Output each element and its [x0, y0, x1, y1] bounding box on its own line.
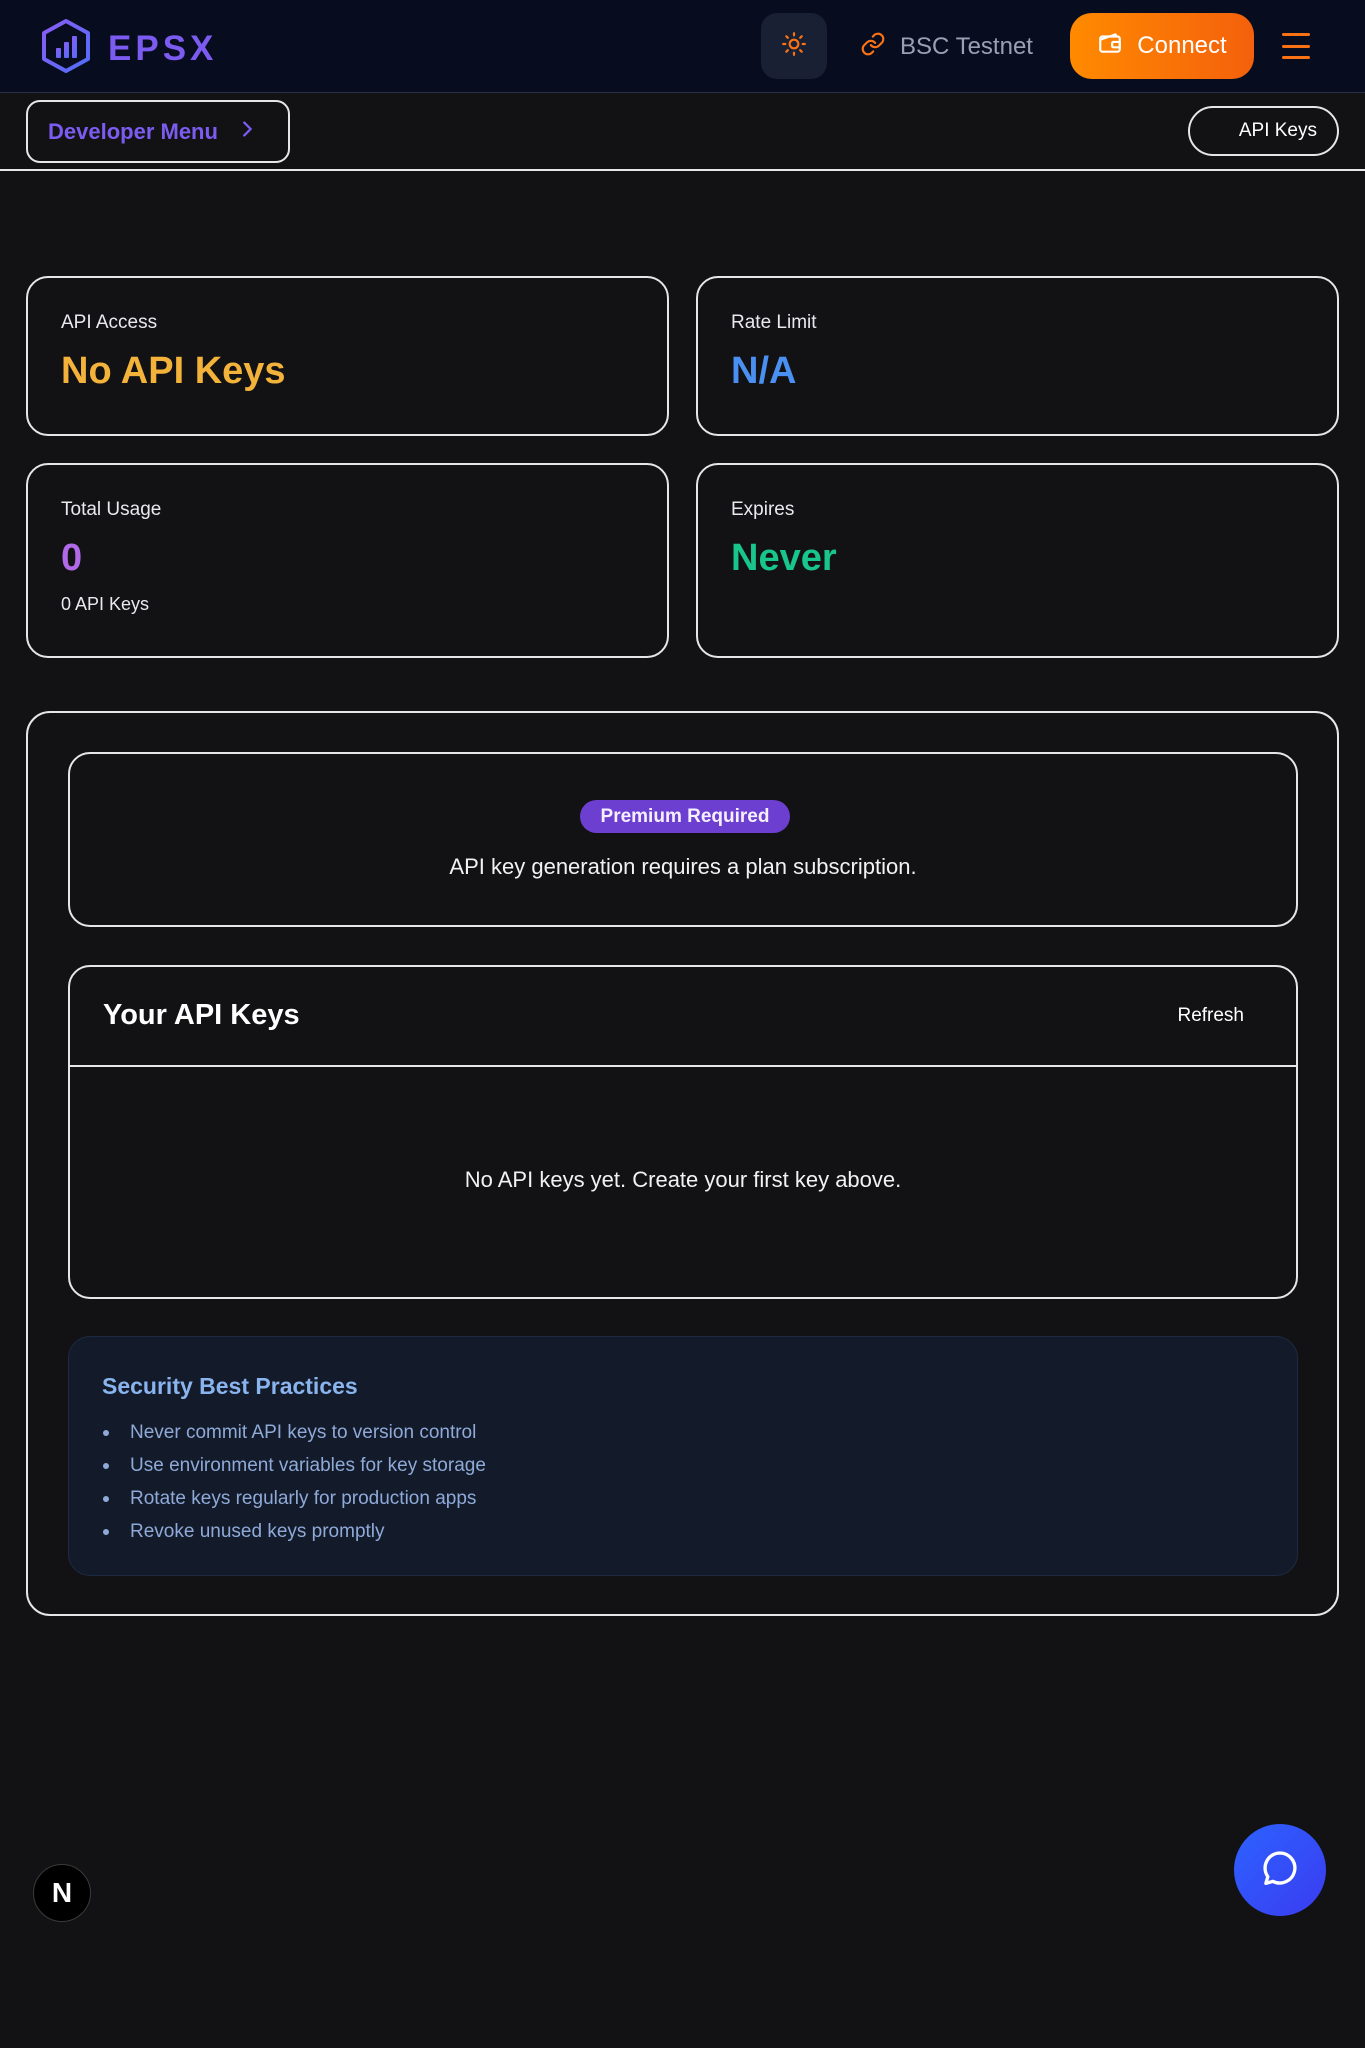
list-item: Never commit API keys to version control — [102, 1416, 1297, 1449]
list-item: Use environment variables for key storag… — [102, 1449, 1297, 1482]
security-best-practices: Security Best Practices Never commit API… — [68, 1336, 1298, 1576]
connect-label: Connect — [1137, 32, 1227, 59]
chat-bubble-icon — [1260, 1848, 1300, 1893]
sun-icon — [781, 31, 807, 62]
expires-card: Expires Never — [696, 463, 1339, 658]
link-icon — [860, 31, 886, 64]
stat-value: No API Keys — [61, 350, 286, 392]
stat-value: 0 — [61, 537, 83, 579]
chat-button[interactable] — [1234, 1824, 1326, 1916]
developer-menu-label: Developer Menu — [48, 118, 218, 144]
stat-label: API Access — [61, 312, 158, 333]
stat-label: Expires — [731, 499, 795, 520]
empty-state-message: No API keys yet. Create your first key a… — [464, 1167, 902, 1192]
brand-logo[interactable]: EPSX — [40, 18, 217, 79]
hexagon-chart-logo-icon — [40, 18, 92, 79]
stat-label: Rate Limit — [731, 312, 817, 333]
stat-subtext: 0 API Keys — [61, 594, 150, 614]
security-title: Security Best Practices — [102, 1373, 358, 1399]
rate-limit-card: Rate Limit N/A — [696, 276, 1339, 436]
premium-required-notice: Premium Required API key generation requ… — [68, 752, 1298, 927]
current-page-pill[interactable]: API Keys — [1188, 106, 1339, 156]
list-item: Rotate keys regularly for production app… — [102, 1482, 1297, 1515]
brand-name: EPSX — [108, 28, 218, 68]
api-keys-list-header: Your API Keys Refresh — [70, 967, 1296, 1067]
total-usage-card: Total Usage 0 0 API Keys — [26, 463, 669, 658]
wallet-icon — [1097, 30, 1123, 63]
network-selector[interactable]: BSC Testnet — [860, 28, 1033, 66]
api-keys-list: Your API Keys Refresh No API keys yet. C… — [68, 965, 1298, 1299]
developer-menu-button[interactable]: Developer Menu — [26, 100, 290, 163]
stat-value: N/A — [731, 350, 797, 392]
dev-tools-badge[interactable]: N — [33, 1864, 91, 1922]
developer-subbar: Developer Menu API Keys — [0, 93, 1365, 171]
connect-wallet-button[interactable]: Connect — [1070, 13, 1254, 79]
network-label: BSC Testnet — [900, 33, 1033, 60]
api-keys-panel: Premium Required API key generation requ… — [26, 711, 1339, 1616]
premium-badge: Premium Required — [580, 800, 790, 833]
stat-label: Total Usage — [61, 499, 162, 520]
theme-toggle-button[interactable] — [761, 13, 827, 79]
stat-value: Never — [731, 537, 837, 579]
list-item: Revoke unused keys promptly — [102, 1515, 1297, 1548]
security-list: Never commit API keys to version control… — [102, 1416, 1297, 1548]
premium-message: API key generation requires a plan subsc… — [449, 854, 917, 879]
api-access-card: API Access No API Keys — [26, 276, 669, 436]
chevron-right-icon — [236, 118, 258, 146]
refresh-button[interactable]: Refresh — [1177, 1005, 1244, 1027]
api-keys-title: Your API Keys — [103, 999, 300, 1031]
hamburger-menu-icon[interactable] — [1280, 30, 1312, 62]
top-navbar: EPSX BSC Testnet Connect — [0, 0, 1365, 93]
